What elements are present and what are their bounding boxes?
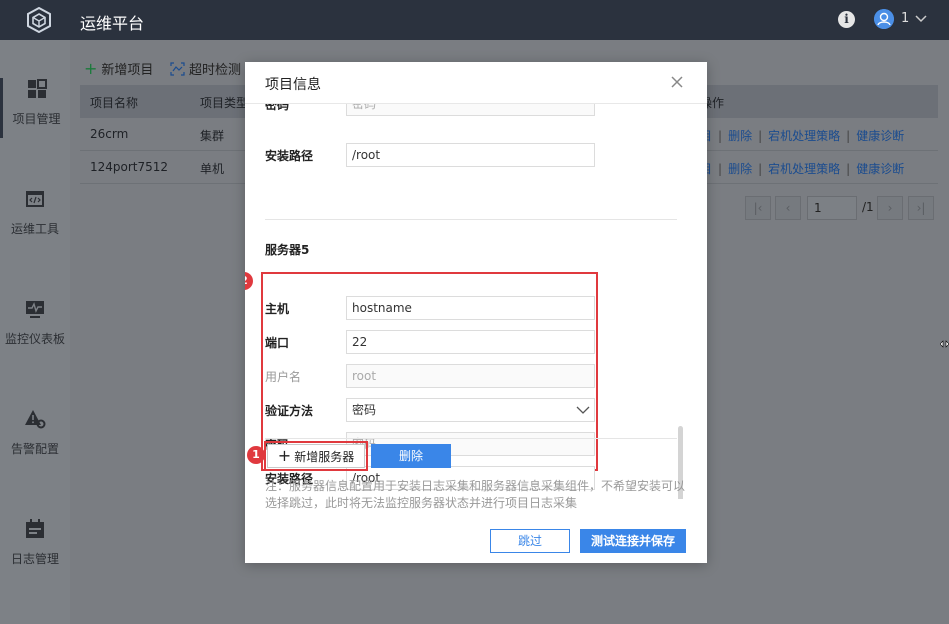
timeout-check-button[interactable]: 超时检测 [170, 59, 241, 78]
add-server-button[interactable]: + 新增服务器 [267, 444, 365, 468]
username-field[interactable]: root [346, 364, 595, 388]
monitor-pulse-icon [26, 301, 44, 318]
field-label: 端口 [265, 336, 290, 350]
timeout-check-label: 超时检测 [189, 63, 242, 78]
dialog-note: 注：服务器信息配置用于安装日志采集和服务器信息采集组件，不希望安装可以选择跳过，… [265, 479, 686, 510]
first-page-button[interactable]: |‹ [745, 196, 771, 220]
section-divider [265, 219, 677, 220]
delete-link[interactable]: 删除 [728, 129, 752, 143]
plus-icon: + [277, 446, 292, 465]
prev-password-row: 密码 密码 [265, 104, 595, 116]
resize-cursor-icon [940, 340, 949, 348]
alert-gear-icon [25, 410, 46, 429]
sidebar-item-label: 告警配置 [10, 442, 59, 456]
user-avatar-icon[interactable] [874, 9, 894, 29]
field-label: 密码 [265, 104, 290, 112]
dialog-header: 项目信息 [245, 62, 707, 104]
sidebar-item-ops-tools[interactable]: 运维工具 [0, 188, 70, 248]
project-info-dialog: 项目信息 密码 密码 安装路径 /root 服务器5 2 主机 hostname… [245, 62, 707, 563]
field-label: 验证方法 [265, 404, 314, 418]
add-server-label: 新增服务器 [294, 450, 355, 464]
column-header-name: 项目名称 [90, 96, 139, 110]
chevron-down-icon [576, 406, 590, 414]
dialog-scroll-area[interactable]: 密码 密码 安装路径 /root 服务器5 2 主机 hostname 端口 2… [245, 104, 707, 499]
user-name[interactable]: 1 [901, 11, 909, 26]
health-check-link[interactable]: 健康诊断 [856, 129, 904, 143]
sidebar-item-label: 日志管理 [10, 552, 59, 566]
cell-project-name: 26crm [90, 127, 129, 141]
port-row: 端口 22 [265, 330, 595, 354]
delete-server-button[interactable]: 删除 [371, 444, 451, 468]
grid-icon [27, 79, 47, 98]
prev-install-path-row: 安装路径 /root [265, 143, 595, 167]
test-and-save-button[interactable]: 测试连接并保存 [580, 529, 686, 553]
sidebar: 项目管理 运维工具 监控仪表板 告警配置 日志管理 [0, 40, 70, 624]
sidebar-item-alert-config[interactable]: 告警配置 [0, 408, 70, 468]
sidebar-item-label: 运维工具 [10, 222, 59, 236]
sidebar-item-label: 项目管理 [12, 112, 61, 126]
add-project-button[interactable]: + 新增项目 [84, 59, 153, 78]
auth-method-select[interactable]: 密码 [346, 398, 595, 422]
add-project-label: 新增项目 [101, 63, 154, 78]
calendar-log-icon [26, 519, 44, 538]
prev-password-field[interactable]: 密码 [346, 104, 595, 116]
auth-method-value: 密码 [352, 403, 377, 417]
server-section-title: 服务器5 [265, 243, 310, 257]
app-title: 运维平台 [80, 14, 145, 33]
close-icon[interactable] [669, 74, 685, 90]
row-ops: 目|删除|宕机处理策略|健康诊断 [700, 127, 904, 144]
last-page-button[interactable]: ›| [908, 196, 934, 220]
cell-project-type: 单机 [200, 162, 225, 176]
port-field[interactable]: 22 [346, 330, 595, 354]
cell-project-type: 集群 [200, 129, 225, 143]
info-icon[interactable]: i [838, 11, 855, 28]
downtime-policy-link[interactable]: 宕机处理策略 [768, 129, 840, 143]
page-total: /1 [862, 200, 874, 214]
field-label: 主机 [265, 302, 290, 316]
prev-page-button[interactable]: ‹ [775, 196, 801, 220]
delete-link[interactable]: 删除 [728, 162, 752, 176]
next-page-button[interactable]: › [877, 196, 903, 220]
column-header-type: 项目类型 [200, 96, 249, 110]
field-label: 安装路径 [265, 149, 314, 163]
cell-project-name: 124port7512 [90, 160, 169, 174]
step-badge-1: 1 [247, 446, 265, 464]
scan-icon [170, 62, 185, 76]
prev-install-path-field[interactable]: /root [346, 143, 595, 167]
step-badge-2: 2 [245, 272, 253, 290]
button-area-divider [265, 438, 677, 439]
row-ops: 目|删除|宕机处理策略|健康诊断 [700, 160, 904, 177]
sidebar-item-project-management[interactable]: 项目管理 [0, 78, 70, 138]
health-check-link[interactable]: 健康诊断 [856, 162, 904, 176]
username-row: 用户名 root [265, 364, 595, 388]
skip-button[interactable]: 跳过 [490, 529, 570, 553]
code-window-icon [26, 191, 44, 207]
top-bar: 运维平台 i 1 [0, 0, 949, 40]
host-row: 主机 hostname [265, 296, 595, 320]
host-field[interactable]: hostname [346, 296, 595, 320]
chevron-down-icon[interactable] [914, 11, 928, 25]
cube-logo-icon [27, 7, 51, 33]
sidebar-item-monitor-dashboard[interactable]: 监控仪表板 [0, 298, 70, 358]
page-number-input[interactable]: 1 [807, 196, 857, 220]
sidebar-item-label: 监控仪表板 [4, 332, 65, 346]
field-label: 用户名 [265, 370, 302, 384]
downtime-policy-link[interactable]: 宕机处理策略 [768, 162, 840, 176]
dialog-title: 项目信息 [265, 77, 321, 93]
sidebar-item-log-management[interactable]: 日志管理 [0, 518, 70, 578]
auth-method-row: 验证方法 密码 [265, 398, 595, 422]
plus-icon: + [84, 59, 98, 78]
